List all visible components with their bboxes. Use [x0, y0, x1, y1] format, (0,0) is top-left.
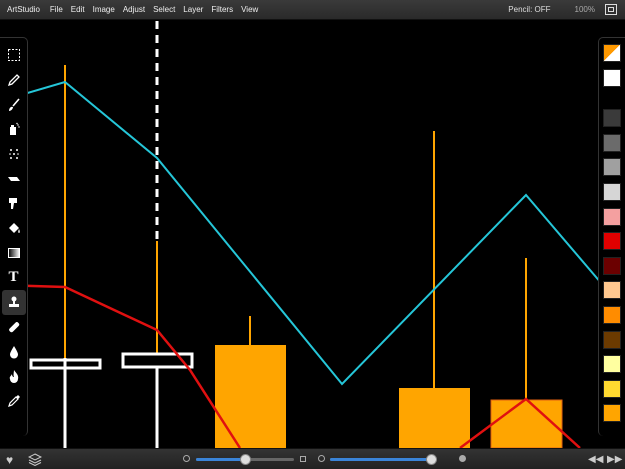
brush-size-slider[interactable]: [196, 454, 294, 465]
scatter-tool[interactable]: [2, 142, 26, 167]
rewind-icon[interactable]: ◀◀: [588, 454, 603, 465]
menu-adjust[interactable]: Adjust: [119, 5, 149, 14]
opacity-fill: [330, 458, 432, 461]
heart-icon[interactable]: ♥: [6, 453, 13, 467]
paint-bucket-icon: [8, 223, 20, 234]
menu-select[interactable]: Select: [149, 5, 179, 14]
brush-tool[interactable]: [2, 92, 26, 117]
eraser-icon: [7, 176, 20, 181]
menu-view[interactable]: View: [237, 5, 262, 14]
color-swatch[interactable]: [603, 305, 621, 324]
spray-tool[interactable]: [2, 117, 26, 142]
bottom-bar: ♥ ◀◀ ▶▶: [0, 448, 625, 469]
color-palette: [598, 37, 625, 436]
bandage-tool[interactable]: [2, 315, 26, 340]
stamp-icon: [8, 296, 19, 308]
pencil-tool[interactable]: [2, 68, 26, 93]
color-swatch[interactable]: [603, 355, 621, 374]
color-swatch[interactable]: [603, 404, 621, 423]
candle-5-body: [490, 399, 563, 448]
pencil-icon: [7, 74, 20, 87]
drop-icon: [9, 345, 18, 359]
swatch-list: [603, 109, 621, 429]
app-menu[interactable]: ArtStudio: [0, 5, 46, 14]
gradient-icon: [7, 247, 20, 258]
blur-tool[interactable]: [2, 339, 26, 364]
scatter-icon: [8, 149, 19, 160]
brush-size-knob[interactable]: [240, 454, 251, 465]
color-swatch[interactable]: [603, 182, 621, 201]
smudge-tool[interactable]: [2, 191, 26, 216]
color-swatch[interactable]: [603, 109, 621, 128]
text-tool[interactable]: T: [2, 265, 26, 290]
forward-icon[interactable]: ▶▶: [607, 454, 622, 465]
bandage-icon: [8, 322, 19, 333]
text-icon: T: [8, 269, 19, 286]
opacity-knob[interactable]: [426, 454, 437, 465]
menu-image[interactable]: Image: [89, 5, 119, 14]
opacity-max-icon: [459, 455, 466, 462]
color-swatch[interactable]: [603, 281, 621, 300]
color-swatch[interactable]: [603, 379, 621, 398]
color-swatch[interactable]: [603, 232, 621, 251]
stamp-tool[interactable]: [1, 289, 26, 315]
smudge-icon: [8, 198, 17, 210]
menubar-right: Pencil: OFF 100%: [508, 4, 625, 15]
opacity-min-icon: [318, 455, 325, 462]
burn-tool[interactable]: [2, 364, 26, 389]
layers-icon[interactable]: [28, 453, 42, 466]
eyedropper-tool[interactable]: [2, 389, 26, 414]
color-swatch[interactable]: [603, 158, 621, 177]
spray-icon: [9, 123, 20, 136]
selection-icon: [7, 49, 20, 62]
menu-file[interactable]: File: [46, 5, 67, 14]
cyan-trend-line: [0, 80, 625, 386]
fill-tool[interactable]: [2, 216, 26, 241]
artwork: [0, 21, 625, 448]
color-swatch[interactable]: [603, 207, 621, 226]
size-min-icon: [183, 455, 190, 462]
color-swatch[interactable]: [603, 330, 621, 349]
opacity-slider[interactable]: [330, 454, 437, 465]
primary-color-swatch[interactable]: [603, 44, 621, 62]
secondary-color-swatch[interactable]: [603, 68, 621, 87]
eraser-tool[interactable]: [2, 166, 26, 191]
menu-edit[interactable]: Edit: [67, 5, 89, 14]
menu-bar: ArtStudio File Edit Image Adjust Select …: [0, 0, 625, 20]
zoom-level: 100%: [574, 5, 595, 14]
color-swatch[interactable]: [603, 133, 621, 152]
gradient-tool[interactable]: [2, 241, 26, 266]
brush-icon: [8, 98, 20, 111]
size-max-icon: [300, 456, 306, 462]
pencil-status[interactable]: Pencil: OFF: [508, 5, 550, 14]
drawing-canvas[interactable]: [0, 21, 625, 448]
eyedropper-icon: [7, 394, 20, 407]
selection-tool[interactable]: [2, 43, 26, 68]
candle-3-body: [215, 345, 286, 448]
flame-icon: [9, 370, 18, 384]
tools-panel: T: [0, 37, 28, 436]
menu-filters[interactable]: Filters: [207, 5, 237, 14]
color-swatch[interactable]: [603, 256, 621, 275]
fullscreen-icon[interactable]: [605, 4, 617, 15]
candle-4-body: [399, 388, 470, 448]
brush-size-fill: [196, 458, 246, 461]
menu-layer[interactable]: Layer: [179, 5, 207, 14]
